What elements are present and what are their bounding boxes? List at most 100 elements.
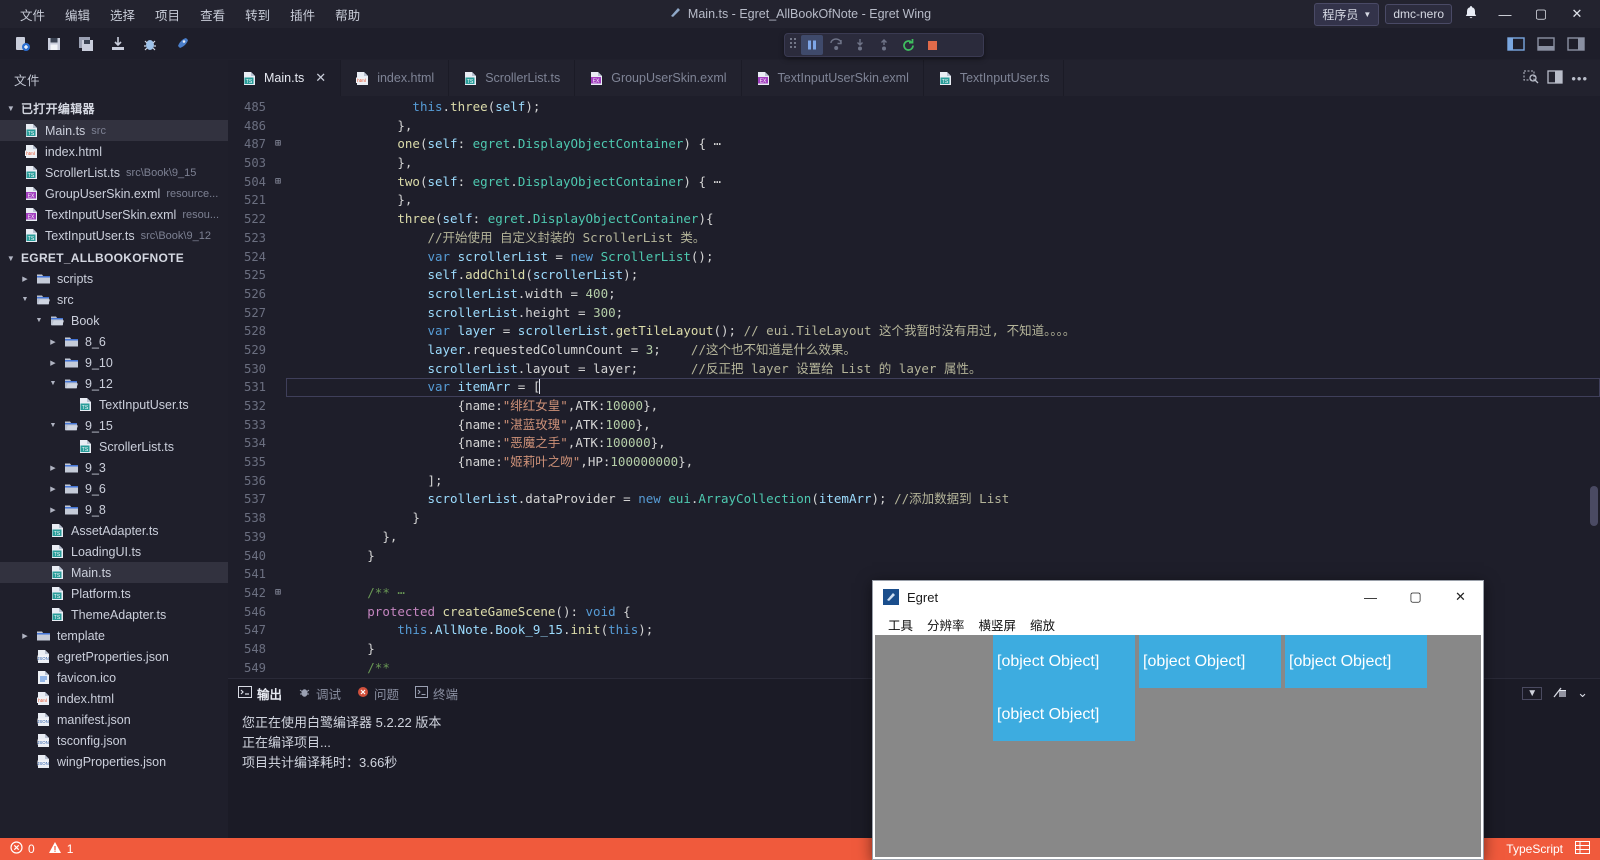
code-line[interactable]: 487 ⊞ one(self: egret.DisplayObjectContai… <box>228 135 1600 154</box>
code-line[interactable]: 540 } <box>228 547 1600 566</box>
stage-item-tile[interactable]: [object Object] <box>1285 635 1427 688</box>
tree-file[interactable]: TS Platform.ts <box>0 583 228 604</box>
egret-menu-zoom[interactable]: 缩放 <box>1023 613 1062 636</box>
step-into-button[interactable] <box>849 35 871 55</box>
code-line[interactable]: 530 scrollerList.layout = layer; //反正把 l… <box>228 360 1600 379</box>
tree-folder[interactable]: ▶ 9_8 <box>0 499 228 520</box>
window-maximize-button[interactable]: ▢ <box>1526 0 1556 28</box>
debug-icon[interactable] <box>136 31 164 57</box>
fold-expand-icon[interactable]: ⊞ <box>270 135 286 154</box>
open-editor-item[interactable]: TS ScrollerList.ts src\Book\9_15 <box>0 162 228 183</box>
toggle-sidebar-icon[interactable] <box>1502 31 1530 57</box>
debug-toolbar[interactable] <box>784 33 984 57</box>
code-line[interactable]: 532 {name:"绯红女皇",ATK:10000}, <box>228 397 1600 416</box>
tree-file[interactable]: TS ThemeAdapter.ts <box>0 604 228 625</box>
restart-button[interactable] <box>897 35 919 55</box>
code-line[interactable]: 537 scrollerList.dataProvider = new eui.… <box>228 490 1600 509</box>
publish-icon[interactable] <box>104 31 132 57</box>
stage-item-tile[interactable]: [object Object] <box>993 688 1135 741</box>
save-all-icon[interactable] <box>72 31 100 57</box>
open-editor-item[interactable]: EX TextInputUserSkin.exml resou... <box>0 204 228 225</box>
menu-view[interactable]: 查看 <box>190 1 235 28</box>
code-line[interactable]: 538 } <box>228 509 1600 528</box>
stop-button[interactable] <box>921 35 943 55</box>
layout-icon[interactable] <box>1575 841 1590 857</box>
panel-tab-output[interactable]: 输出 <box>238 684 282 703</box>
tree-file[interactable]: JSON wingProperties.json <box>0 751 228 772</box>
user-badge[interactable]: dmc-nero <box>1385 4 1452 24</box>
window-close-button[interactable]: ✕ <box>1562 0 1592 28</box>
toggle-panel-icon[interactable] <box>1532 31 1560 57</box>
tree-file[interactable]: TS TextInputUser.ts <box>0 394 228 415</box>
window-minimize-button[interactable]: — <box>1490 0 1520 28</box>
tree-folder[interactable]: ▼ 9_15 <box>0 415 228 436</box>
menu-select[interactable]: 选择 <box>100 1 145 28</box>
split-editor-icon[interactable] <box>1547 69 1563 87</box>
open-editors-section-header[interactable]: ▼ 已打开编辑器 <box>0 97 228 120</box>
menu-edit[interactable]: 编辑 <box>55 1 100 28</box>
tree-folder[interactable]: ▼ Book <box>0 310 228 331</box>
tree-folder[interactable]: ▶ template <box>0 625 228 646</box>
code-line[interactable]: 486 }, <box>228 117 1600 136</box>
stage-item-tile[interactable]: [object Object] <box>993 635 1135 688</box>
tree-file[interactable]: JSON tsconfig.json <box>0 730 228 751</box>
editor-tab[interactable]: TS ScrollerList.ts <box>449 60 576 96</box>
code-line[interactable]: 523 //开始使用 自定义封装的 ScrollerList 类。 <box>228 229 1600 248</box>
filter-dropdown[interactable]: ▼ <box>1522 686 1543 700</box>
code-line[interactable]: 535 {name:"姬莉叶之吻",HP:100000000}, <box>228 453 1600 472</box>
code-line[interactable]: 504 ⊞ two(self: egret.DisplayObjectContai… <box>228 173 1600 192</box>
tree-file[interactable]: favicon.ico <box>0 667 228 688</box>
editor-scrollbar[interactable] <box>1588 96 1600 678</box>
code-line[interactable]: 524 var scrollerList = new ScrollerList(… <box>228 248 1600 267</box>
code-line[interactable]: 536 ]; <box>228 472 1600 491</box>
editor-tab[interactable]: EX GroupUserSkin.exml <box>575 60 742 96</box>
run-icon[interactable] <box>168 31 196 57</box>
tree-folder[interactable]: ▶ scripts <box>0 268 228 289</box>
tree-folder[interactable]: ▶ 9_3 <box>0 457 228 478</box>
panel-tab-terminal[interactable]: 终端 <box>415 684 458 703</box>
open-editor-item[interactable]: EX GroupUserSkin.exml resource... <box>0 183 228 204</box>
tree-folder[interactable]: ▼ 9_12 <box>0 373 228 394</box>
pause-button[interactable] <box>801 35 823 55</box>
open-editor-item[interactable]: html index.html <box>0 141 228 162</box>
open-editor-item[interactable]: TS TextInputUser.ts src\Book\9_12 <box>0 225 228 246</box>
tree-folder[interactable]: ▼ src <box>0 289 228 310</box>
scrollbar-thumb[interactable] <box>1590 486 1598 526</box>
panel-tab-problems[interactable]: 问题 <box>357 684 399 703</box>
stage-item-tile[interactable]: [object Object] <box>1139 635 1281 688</box>
fold-expand-icon[interactable]: ⊞ <box>270 584 286 603</box>
save-icon[interactable] <box>40 31 68 57</box>
tree-file[interactable]: JSON manifest.json <box>0 709 228 730</box>
tree-folder[interactable]: ▶ 9_10 <box>0 352 228 373</box>
menu-file[interactable]: 文件 <box>10 1 55 28</box>
project-section-header[interactable]: ▼ EGRET_ALLBOOKOFNOTE <box>0 248 228 268</box>
code-line[interactable]: 526 scrollerList.width = 400; <box>228 285 1600 304</box>
egret-menu-orientation[interactable]: 横竖屏 <box>972 613 1024 636</box>
tree-file[interactable]: TS ScrollerList.ts <box>0 436 228 457</box>
code-line[interactable]: 539 }, <box>228 528 1600 547</box>
egret-minimize-button[interactable]: — <box>1348 581 1393 613</box>
drag-handle[interactable] <box>789 37 799 53</box>
fold-expand-icon[interactable]: ⊞ <box>270 173 286 192</box>
code-line[interactable]: 528 var layer = scrollerList.getTileLayo… <box>228 322 1600 341</box>
status-language[interactable]: TypeScript <box>1506 842 1563 856</box>
tree-folder[interactable]: ▶ 9_6 <box>0 478 228 499</box>
code-line[interactable]: 527 scrollerList.height = 300; <box>228 304 1600 323</box>
code-line[interactable]: 531 var itemArr = [ <box>228 378 1600 397</box>
status-errors[interactable]: 0 1 <box>10 841 73 857</box>
code-line[interactable]: 533 {name:"湛蓝玫瑰",ATK:1000}, <box>228 416 1600 435</box>
editor-tab[interactable]: TS Main.ts ✕ <box>228 60 342 96</box>
step-over-button[interactable] <box>825 35 847 55</box>
code-line[interactable]: 522 three(self: egret.DisplayObjectConta… <box>228 210 1600 229</box>
tree-file[interactable]: TS AssetAdapter.ts <box>0 520 228 541</box>
code-line[interactable]: 534 {name:"恶魔之手",ATK:100000}, <box>228 434 1600 453</box>
role-selector[interactable]: 程序员 ▼ <box>1314 2 1380 26</box>
menu-project[interactable]: 项目 <box>145 1 190 28</box>
egret-preview-window[interactable]: Egret — ▢ ✕ 工具 分辨率 横竖屏 缩放 [object Object… <box>872 580 1484 860</box>
tree-folder[interactable]: ▶ 8_6 <box>0 331 228 352</box>
egret-menu-resolution[interactable]: 分辨率 <box>920 613 972 636</box>
close-panel-button[interactable]: ⌄ <box>1577 685 1588 701</box>
egret-close-button[interactable]: ✕ <box>1438 581 1483 613</box>
step-out-button[interactable] <box>873 35 895 55</box>
code-line[interactable]: 525 self.addChild(scrollerList); <box>228 266 1600 285</box>
